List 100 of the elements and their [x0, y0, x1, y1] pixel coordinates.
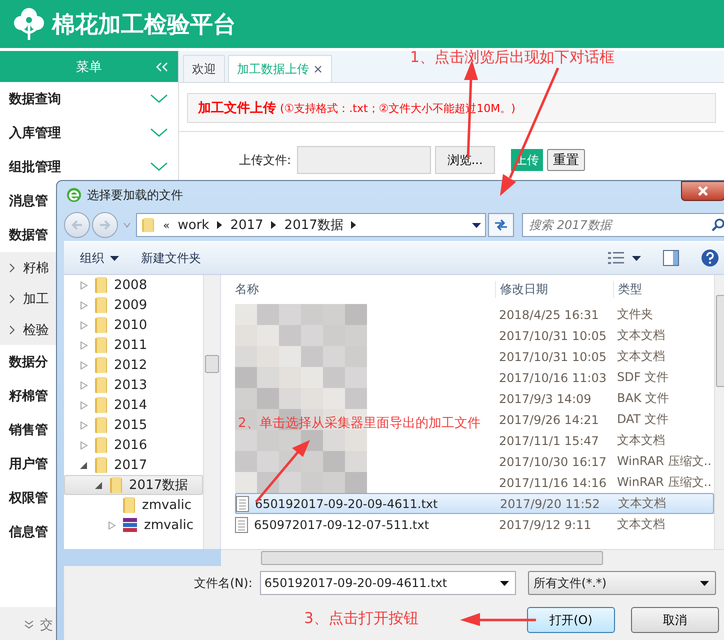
modified-date: 2017/9/12 9:11	[498, 518, 592, 532]
column-header[interactable]: 名称	[235, 280, 495, 298]
modified-date: 2017/9/3 14:09	[498, 392, 592, 406]
modified-date: 2017/9/26 14:21	[498, 412, 600, 426]
folder-tree-item[interactable]: 2011	[64, 335, 203, 355]
expanded-triangle-icon[interactable]	[95, 480, 103, 490]
file-type: 文本文档	[616, 348, 666, 365]
close-icon[interactable]: ×	[313, 62, 324, 76]
file-row[interactable]: 650972017-09-12-07-511.txt 2017/9/12 9:11 文本文档	[235, 514, 714, 535]
folder-icon	[122, 496, 136, 514]
folder-icon	[94, 336, 108, 354]
file-row[interactable]: 2017/11/16 14:16 WinRAR 压缩文..	[495, 472, 714, 493]
help-icon[interactable]	[701, 249, 719, 267]
collapsed-triangle-icon[interactable]	[108, 520, 116, 530]
breadcrumb-item[interactable]: 2017	[230, 218, 264, 232]
reset-button[interactable]: 重置	[547, 149, 586, 171]
back-button[interactable]	[64, 212, 90, 238]
forward-button[interactable]	[92, 212, 118, 238]
file-path-field[interactable]	[297, 146, 432, 174]
refresh-arrows-icon	[493, 218, 509, 232]
menu-item[interactable]: 数据查询	[0, 82, 178, 116]
tab[interactable]: 加工数据上传 ×	[228, 55, 332, 82]
file-type-dropdown[interactable]: 所有文件(*.*)	[528, 571, 716, 595]
file-row[interactable]: 2017/11/1 15:47 文本文档	[495, 430, 714, 451]
collapsed-triangle-icon[interactable]	[80, 400, 88, 410]
breadcrumb-item[interactable]: 2017数据	[284, 216, 344, 234]
folder-tree-item[interactable]: zmvalic	[64, 515, 203, 535]
address-bar[interactable]: « work 2017 2017数据	[136, 213, 486, 237]
caret-down-icon[interactable]	[632, 256, 641, 260]
view-list-icon[interactable]	[608, 251, 624, 265]
caret-down-icon[interactable]	[500, 580, 510, 586]
folder-icon	[94, 436, 108, 454]
folder-tree-item[interactable]: 2014	[64, 395, 203, 415]
folder-icon	[94, 296, 108, 314]
file-row[interactable]: 2017/9/26 14:21 DAT 文件	[495, 409, 714, 430]
breadcrumb-item[interactable]: work	[178, 218, 210, 232]
chevron-right-icon	[9, 294, 15, 304]
expanded-triangle-icon[interactable]	[80, 460, 88, 470]
caret-down-icon[interactable]	[700, 580, 710, 586]
collapsed-triangle-icon[interactable]	[80, 320, 88, 330]
caret-right-icon[interactable]	[271, 221, 276, 229]
chevron-right-icon	[9, 262, 15, 272]
cotton-flower-icon	[14, 7, 44, 41]
folder-icon	[94, 356, 108, 374]
collapsed-triangle-icon[interactable]	[80, 420, 88, 430]
annotation-text: 1、点击浏览后出现如下对话框	[410, 48, 615, 67]
menu-item[interactable]: 组批管理	[0, 150, 178, 184]
folder-tree-item[interactable]: 2009	[64, 295, 203, 315]
tab[interactable]: 欢迎	[183, 55, 225, 82]
folder-tree-item[interactable]: 2016	[64, 435, 203, 455]
file-type: BAK 文件	[616, 390, 670, 407]
dialog-title: 选择要加载的文件	[87, 186, 183, 204]
folder-tree-item[interactable]: 2017数据	[64, 475, 203, 495]
folder-tree-item[interactable]: 2017	[64, 455, 203, 475]
refresh-button[interactable]	[488, 213, 514, 237]
collapsed-triangle-icon[interactable]	[80, 360, 88, 370]
toolbar-button[interactable]: 新建文件夹	[141, 250, 201, 266]
folder-tree-item[interactable]: 2012	[64, 355, 203, 375]
file-type: 文本文档	[616, 327, 666, 344]
folder-tree-item[interactable]: zmvalic	[64, 495, 203, 515]
file-row[interactable]: 2017/9/3 14:09 BAK 文件	[495, 388, 714, 409]
cancel-button[interactable]: 取消	[631, 607, 719, 633]
scrollbar[interactable]	[203, 275, 220, 549]
filename-field[interactable]: 650192017-09-20-09-4611.txt	[260, 571, 516, 595]
menu-item[interactable]: 入库管理	[0, 116, 178, 150]
collapsed-triangle-icon[interactable]	[80, 280, 88, 290]
file-type: 文本文档	[616, 432, 666, 449]
column-header[interactable]: 修改日期	[495, 280, 613, 298]
organize-menu-button[interactable]: 组织	[80, 250, 119, 266]
chevron-right-icon	[9, 324, 15, 334]
annotation-text: 2、单击选择从采集器里面导出的加工文件	[238, 415, 480, 432]
caret-right-icon[interactable]	[217, 221, 222, 229]
file-row[interactable]: 2018/4/25 16:31 文件夹	[495, 304, 714, 325]
file-row[interactable]: 2017/10/30 16:17 WinRAR 压缩文..	[495, 451, 714, 472]
folder-tree-item[interactable]: 2010	[64, 315, 203, 335]
collapsed-triangle-icon[interactable]	[80, 300, 88, 310]
folder-tree-item[interactable]: 2013	[64, 375, 203, 395]
open-button[interactable]: 打开(O)	[527, 607, 615, 633]
file-row[interactable]: 2017/10/31 10:05 文本文档	[495, 325, 714, 346]
folder-tree-item[interactable]: 2015	[64, 415, 203, 435]
folder-tree-item[interactable]: 2008	[64, 275, 203, 295]
preview-pane-icon[interactable]	[663, 250, 679, 266]
horizontal-scrollbar[interactable]	[221, 549, 724, 566]
collapsed-triangle-icon[interactable]	[80, 440, 88, 450]
modified-date: 2017/9/20 11:52	[499, 496, 601, 510]
caret-down-icon[interactable]	[472, 222, 481, 228]
close-button[interactable]	[681, 181, 724, 201]
back-arrow-icon	[70, 219, 84, 231]
upload-label: 上传文件:	[239, 152, 292, 168]
double-chevron-left-icon[interactable]	[156, 62, 168, 72]
collapsed-triangle-icon[interactable]	[80, 380, 88, 390]
close-icon	[697, 186, 709, 196]
caret-right-icon[interactable]	[351, 221, 356, 229]
search-field[interactable]: 搜索 2017数据	[522, 213, 724, 237]
file-row[interactable]: 2017/10/16 11:03 SDF 文件	[495, 367, 714, 388]
file-row[interactable]: 2017/10/31 10:05 文本文档	[495, 346, 714, 367]
file-row[interactable]: 650192017-09-20-09-4611.txt 2017/9/20 11:52 文本文档	[235, 493, 714, 514]
file-name: 650192017-09-20-09-4611.txt	[255, 496, 438, 510]
breadcrumb-overflow[interactable]: «	[163, 218, 170, 232]
collapsed-triangle-icon[interactable]	[80, 340, 88, 350]
